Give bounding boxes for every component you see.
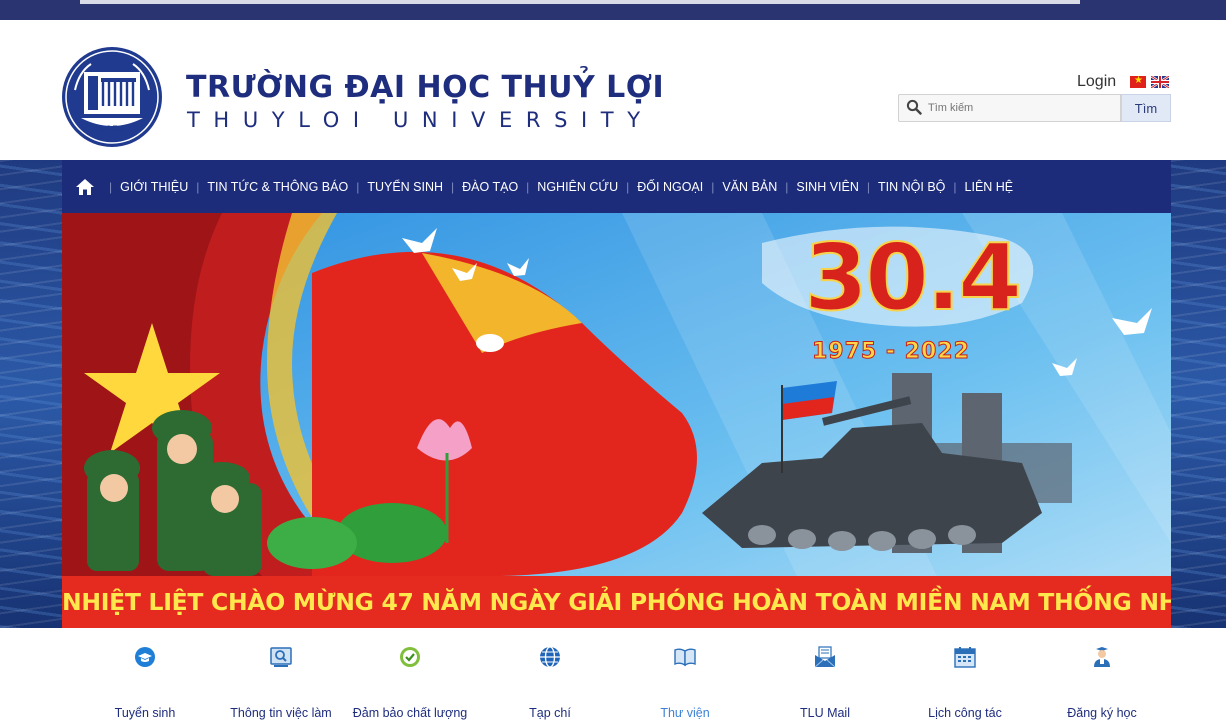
quicklink-lich-cong-tac[interactable]: Lịch công tác [905, 640, 1025, 728]
nav-item-tuyen-sinh[interactable]: TUYỂN SINH [367, 180, 443, 194]
quality-check-icon [400, 647, 420, 667]
nav-separator: | [953, 179, 957, 194]
quicklink-viec-lam[interactable]: Thông tin việc làm [221, 640, 341, 728]
vietnamese-flag-icon[interactable]: ★ [1130, 75, 1146, 88]
login-link[interactable]: Login [1077, 73, 1116, 91]
side-background-right [1171, 160, 1226, 628]
nav-item-tin-tuc[interactable]: TIN TỨC & THÔNG BÁO [207, 180, 348, 194]
search-input[interactable] [928, 98, 1116, 118]
nav-item-doi-ngoai[interactable]: ĐỐI NGOẠI [637, 180, 703, 194]
nav-item-lien-he[interactable]: LIÊN HỆ [965, 180, 1014, 194]
home-icon[interactable] [75, 177, 95, 197]
nav-item-gioi-thieu[interactable]: GIỚI THIỆU [120, 180, 188, 194]
hero-banner[interactable]: 30.4 1975 - 2022 NHIỆT LIỆT CHÀO MỪNG 47… [62, 213, 1171, 628]
nav-item-sinh-vien[interactable]: SINH VIÊN [796, 180, 859, 194]
nav-separator: | [626, 179, 630, 194]
mail-icon [814, 646, 836, 668]
student-icon [1094, 647, 1110, 667]
quicklink-label: Lịch công tác [928, 706, 1002, 720]
quicklink-label: Đăng ký học [1067, 706, 1137, 720]
nav-separator: | [711, 179, 715, 194]
quicklink-dang-ky-hoc[interactable]: Đăng ký học [1042, 640, 1162, 728]
quicklink-label: Tuyển sinh [114, 706, 176, 720]
top-strip-highlight [80, 0, 1080, 4]
university-logo[interactable]: 1959 [61, 46, 163, 148]
quicklink-label: Thông tin việc làm [230, 706, 332, 720]
english-flag-icon[interactable] [1151, 76, 1169, 88]
quicklink-label: Tạp chí [529, 706, 571, 720]
university-name: TRƯỜNG ĐẠI HỌC THUỶ LỢI [186, 70, 665, 105]
site-header: 1959 TRƯỜNG ĐẠI HỌC THUỶ LỢI THUYLOI UNI… [0, 20, 1226, 160]
quicklink-label: TLU Mail [799, 706, 850, 720]
main-navigation: | GIỚI THIỆU | TIN TỨC & THÔNG BÁO | TUY… [62, 160, 1171, 213]
nav-separator: | [866, 179, 871, 194]
banner-slogan: NHIỆT LIỆT CHÀO MỪNG 47 NĂM NGÀY GIẢI PH… [62, 576, 1171, 628]
banner-headline: 30.4 [803, 223, 1023, 332]
quicklink-tap-chi[interactable]: Tạp chí [490, 640, 610, 728]
nav-separator: | [109, 179, 113, 194]
quicklink-tlu-mail[interactable]: TLU Mail [765, 640, 885, 728]
quicklink-label: Đảm bảo chất lượng [352, 706, 468, 720]
quicklink-label: Thư viện [660, 706, 710, 720]
nav-item-dao-tao[interactable]: ĐÀO TẠO [462, 180, 518, 194]
quick-links: Tuyển sinh Thông tin việc làm Đảm bảo ch… [85, 640, 1185, 728]
nav-separator: | [356, 179, 360, 194]
nav-item-tin-noi-bo[interactable]: TIN NỘI BỘ [878, 180, 945, 194]
quicklink-dam-bao-chat-luong[interactable]: Đảm bảo chất lượng [350, 640, 470, 728]
calendar-icon [954, 647, 976, 668]
side-background-left [0, 160, 62, 628]
job-search-icon [270, 647, 292, 667]
nav-separator: | [196, 179, 200, 194]
nav-separator: | [785, 179, 789, 194]
book-icon [674, 648, 696, 667]
search-icon [906, 99, 922, 115]
logo-year: 1959 [99, 125, 124, 135]
search-button[interactable]: Tìm [1121, 94, 1171, 122]
university-english-name: THUYLOI UNIVERSITY [187, 108, 654, 132]
nav-item-nghien-cuu[interactable]: NGHIÊN CỨU [537, 180, 618, 194]
top-strip [0, 0, 1226, 20]
graduation-cap-icon [135, 647, 155, 667]
nav-item-van-ban[interactable]: VĂN BẢN [722, 180, 777, 194]
nav-separator: | [526, 179, 530, 194]
globe-icon [540, 646, 560, 668]
banner-years: 1975 - 2022 [812, 339, 970, 365]
quicklink-tuyen-sinh[interactable]: Tuyển sinh [85, 640, 205, 728]
nav-separator: | [451, 179, 455, 194]
quicklink-thu-vien[interactable]: Thư viện [625, 640, 745, 728]
